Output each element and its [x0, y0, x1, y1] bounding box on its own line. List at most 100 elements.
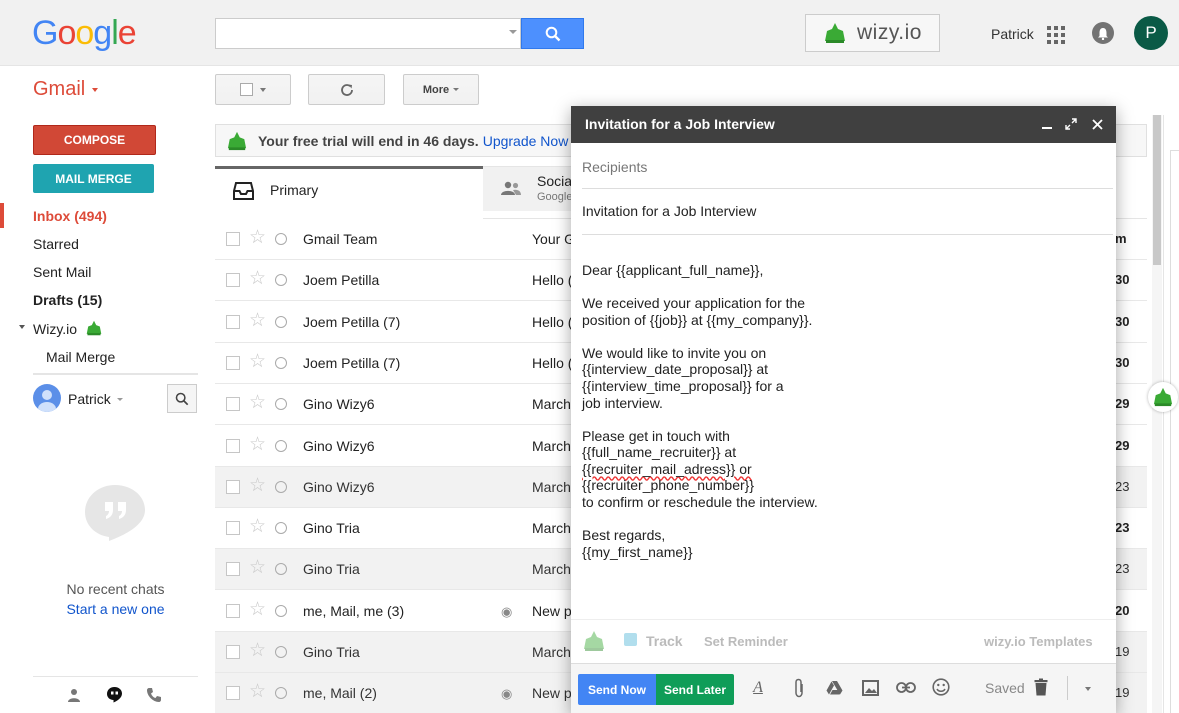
- drive-icon[interactable]: [826, 680, 843, 695]
- sidebar-item-mail-merge[interactable]: Mail Merge: [46, 349, 115, 365]
- snooze-clock-icon[interactable]: [275, 604, 287, 617]
- sidebar-item-starred[interactable]: Starred: [33, 236, 79, 252]
- select-all-checkbox-button[interactable]: [215, 74, 291, 105]
- hangouts-icon[interactable]: [106, 686, 123, 703]
- apps-grid-icon[interactable]: [1047, 26, 1065, 44]
- sidebar-item-wizy[interactable]: Wizy.io: [33, 320, 103, 337]
- row-checkbox[interactable]: [226, 645, 240, 659]
- row-checkbox[interactable]: [226, 438, 240, 453]
- row-checkbox[interactable]: [226, 686, 240, 701]
- discard-draft-trash-icon[interactable]: [1034, 678, 1048, 696]
- more-options-chevron-down-icon[interactable]: [1085, 687, 1091, 691]
- notifications-bell-icon[interactable]: [1092, 22, 1114, 44]
- row-checkbox[interactable]: [226, 521, 240, 536]
- row-checkbox[interactable]: [226, 562, 240, 577]
- snooze-clock-icon[interactable]: [275, 522, 287, 535]
- track-label[interactable]: Track: [646, 633, 683, 649]
- minimize-icon[interactable]: [1042, 127, 1052, 129]
- snooze-clock-icon[interactable]: [275, 563, 287, 576]
- user-name[interactable]: Patrick: [991, 26, 1034, 42]
- star-icon[interactable]: ☆: [249, 558, 266, 578]
- close-icon[interactable]: [1092, 119, 1103, 130]
- scrollbar-thumb[interactable]: [1153, 115, 1161, 265]
- refresh-button[interactable]: [308, 74, 385, 105]
- snooze-clock-icon[interactable]: [275, 233, 287, 245]
- row-checkbox[interactable]: [226, 232, 240, 246]
- subject-field[interactable]: Invitation for a Job Interview: [582, 189, 1113, 235]
- set-reminder-button[interactable]: Set Reminder: [704, 634, 788, 649]
- phone-icon[interactable]: [146, 687, 162, 703]
- snooze-clock-icon[interactable]: [275, 398, 287, 411]
- wizy-side-button[interactable]: [1148, 382, 1178, 412]
- search-input[interactable]: [215, 18, 521, 49]
- snooze-clock-icon[interactable]: [275, 480, 287, 493]
- row-checkbox[interactable]: [226, 397, 240, 412]
- recipients-field[interactable]: Recipients: [582, 150, 1113, 189]
- star-icon[interactable]: ☆: [249, 434, 266, 455]
- attach-icon[interactable]: [793, 678, 805, 698]
- wizy-bell-icon[interactable]: [582, 630, 606, 652]
- row-checkbox[interactable]: [226, 355, 240, 370]
- compose-button[interactable]: COMPOSE: [33, 125, 156, 155]
- email-date: 30: [1115, 313, 1130, 329]
- tab-social[interactable]: Socia Google: [483, 166, 583, 211]
- message-body[interactable]: Dear {{applicant_full_name}}, We receive…: [582, 262, 1102, 560]
- gmail-app-switcher[interactable]: Gmail: [33, 78, 85, 101]
- chat-search-button[interactable]: [167, 384, 197, 413]
- send-later-button[interactable]: Send Later: [656, 674, 734, 705]
- upgrade-now-link[interactable]: Upgrade Now: [483, 133, 569, 149]
- row-checkbox[interactable]: [226, 603, 240, 618]
- star-icon[interactable]: ☆: [249, 351, 266, 372]
- account-avatar[interactable]: P: [1134, 16, 1168, 50]
- chat-user-avatar[interactable]: [33, 384, 61, 412]
- star-icon[interactable]: ☆: [249, 269, 266, 289]
- row-checkbox[interactable]: [226, 314, 240, 329]
- mail-merge-button[interactable]: MAIL MERGE: [33, 164, 154, 193]
- star-icon[interactable]: ☆: [249, 641, 266, 661]
- sidebar-item-inbox[interactable]: Inbox (494): [33, 208, 107, 224]
- trial-banner: Your free trial will end in 46 days. Upg…: [215, 124, 580, 157]
- snooze-clock-icon[interactable]: [275, 274, 287, 287]
- more-actions-button[interactable]: More: [403, 74, 479, 105]
- search-button[interactable]: [521, 18, 584, 49]
- google-logo[interactable]: Google: [32, 14, 137, 53]
- emoji-icon[interactable]: [932, 678, 950, 696]
- email-date: 30: [1115, 272, 1130, 288]
- compose-header[interactable]: Invitation for a Job Interview: [571, 106, 1116, 143]
- snooze-clock-icon[interactable]: [275, 356, 287, 369]
- contacts-person-icon[interactable]: [67, 688, 81, 702]
- row-checkbox[interactable]: [226, 479, 240, 494]
- start-new-chat-link[interactable]: Start a new one: [33, 601, 198, 617]
- gmail-caret-icon[interactable]: [92, 88, 98, 92]
- star-icon[interactable]: ☆: [249, 682, 266, 702]
- compose-window: Invitation for a Job Interview Recipient…: [571, 106, 1116, 713]
- send-now-button[interactable]: Send Now: [578, 674, 656, 705]
- star-icon[interactable]: ☆: [249, 310, 266, 331]
- snooze-clock-icon[interactable]: [275, 439, 287, 452]
- search-options-caret-icon[interactable]: [509, 30, 517, 34]
- star-icon[interactable]: ☆: [249, 228, 266, 248]
- insert-photo-icon[interactable]: [862, 680, 879, 696]
- formatting-icon[interactable]: A: [748, 677, 768, 699]
- chat-status-caret-icon[interactable]: [117, 398, 123, 401]
- star-icon[interactable]: ☆: [249, 599, 266, 620]
- expand-caret-icon[interactable]: [19, 325, 25, 329]
- track-checkbox[interactable]: [624, 633, 637, 646]
- chat-user-name[interactable]: Patrick: [68, 391, 111, 407]
- chevron-down-icon: [453, 88, 460, 91]
- snooze-clock-icon[interactable]: [275, 687, 287, 700]
- snooze-clock-icon[interactable]: [275, 315, 287, 328]
- wizy-extension-button[interactable]: wizy.io: [805, 14, 940, 52]
- star-icon[interactable]: ☆: [249, 393, 266, 413]
- snooze-clock-icon[interactable]: [275, 646, 287, 658]
- expand-icon[interactable]: [1065, 118, 1077, 130]
- email-sender: me, Mail (2): [303, 685, 377, 702]
- tab-primary[interactable]: Primary: [215, 166, 483, 219]
- sidebar-item-sent-mail[interactable]: Sent Mail: [33, 264, 91, 280]
- sidebar-item-drafts[interactable]: Drafts (15): [33, 292, 102, 308]
- insert-link-icon[interactable]: [896, 682, 916, 693]
- wizy-templates-button[interactable]: wizy.io Templates: [984, 634, 1093, 649]
- star-icon[interactable]: ☆: [249, 517, 266, 537]
- row-checkbox[interactable]: [226, 273, 240, 288]
- star-icon[interactable]: ☆: [249, 475, 266, 496]
